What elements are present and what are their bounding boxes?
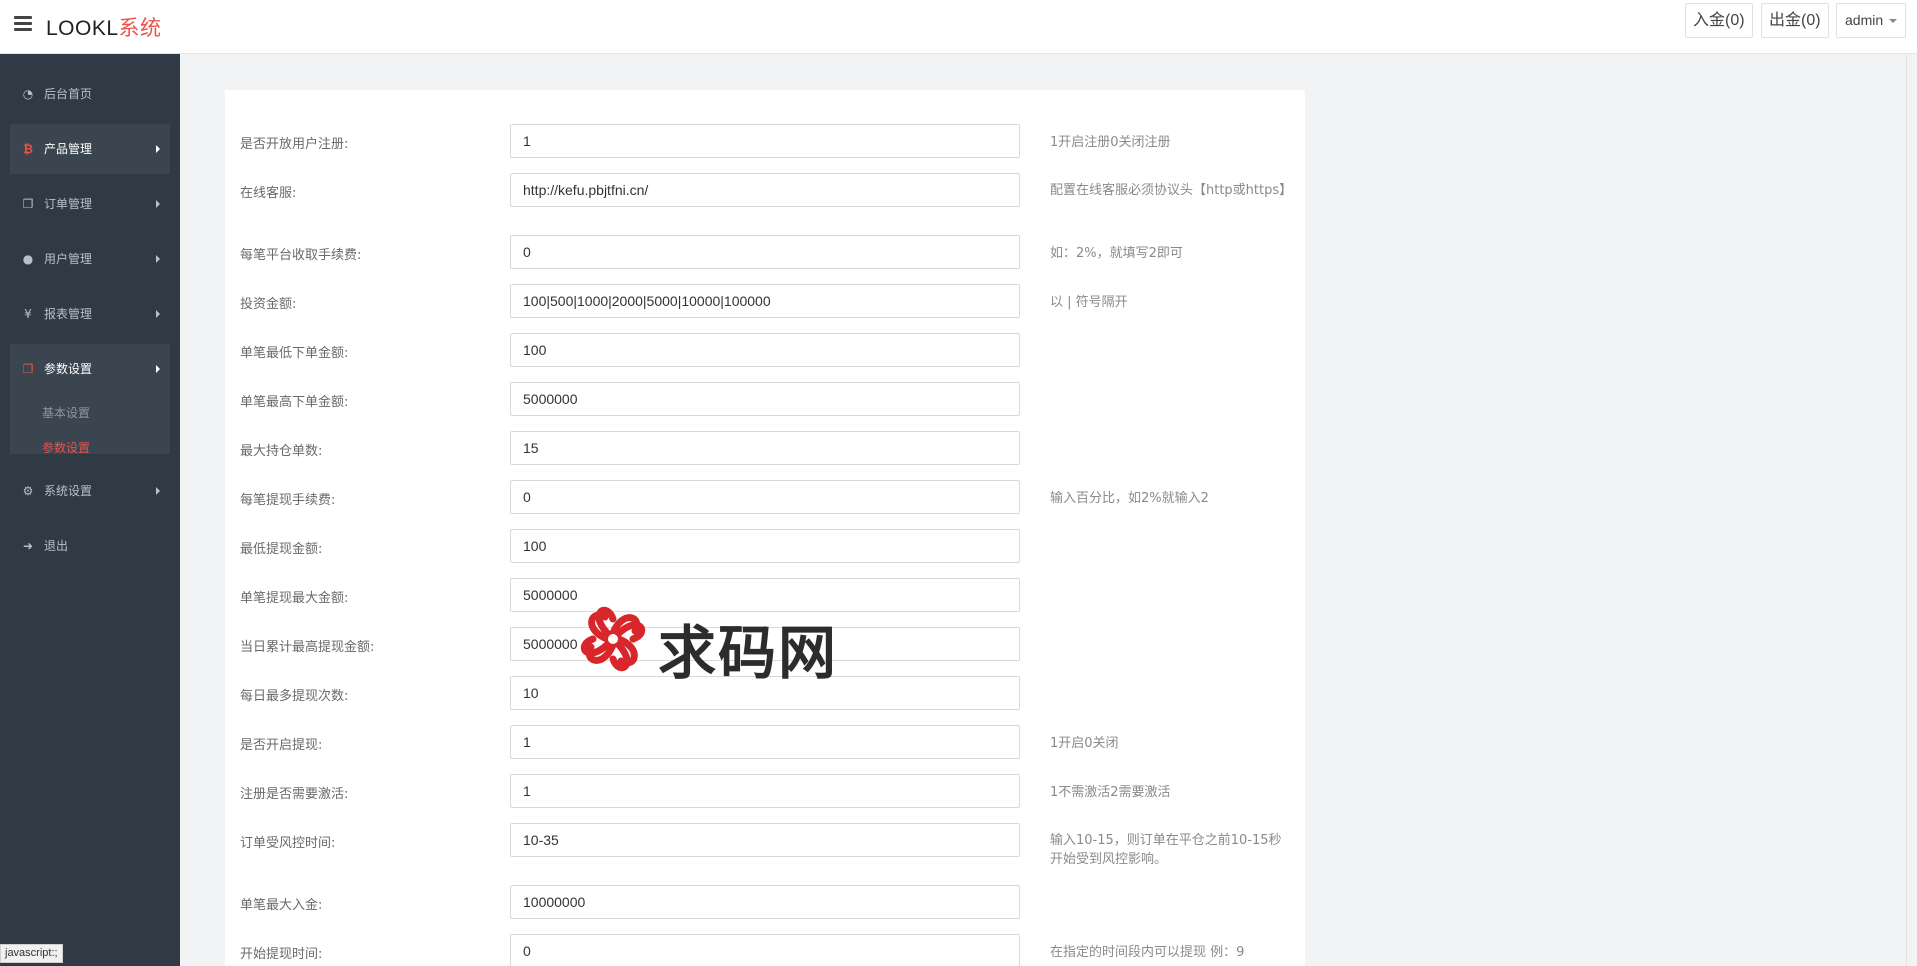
bitcoin-icon: ₿: [23, 142, 33, 156]
chevron-right-icon: [156, 200, 160, 208]
field-hint: 1开启注册0关闭注册: [1050, 135, 1171, 150]
status-bar-url: javascript:;: [0, 944, 63, 963]
field-label: 是否开放用户注册:: [240, 137, 349, 152]
min-order-amount-input[interactable]: [510, 333, 1020, 367]
sidebar-item-reports[interactable]: ¥ 报表管理: [10, 289, 170, 339]
field-hint: 输入10-15，则订单在平仓之前10-15秒开始受到风控影响。: [1050, 833, 1282, 867]
sidebar-item-system-settings[interactable]: ⚙ 系统设置: [10, 466, 170, 516]
sidebar-item-orders[interactable]: ❐ 订单管理: [10, 179, 170, 229]
files-icon: ❐: [22, 362, 34, 376]
field-hint: 配置在线客服必须协议头【http或https】: [1050, 183, 1293, 198]
field-label: 最大持仓单数:: [240, 444, 323, 459]
field-label: 单笔提现最大金额:: [240, 591, 349, 606]
max-positions-input[interactable]: [510, 431, 1020, 465]
sidebar-item-dashboard[interactable]: ◔ 后台首页: [10, 69, 170, 119]
hamburger-menu-icon[interactable]: [14, 16, 32, 32]
register-activation-input[interactable]: [510, 774, 1020, 808]
watermark-text: 求码网: [658, 619, 839, 687]
withdraw-fee-input[interactable]: [510, 480, 1020, 514]
watermark-flower-icon: [580, 606, 646, 672]
admin-label: admin: [1845, 12, 1884, 28]
gears-icon: ⚙: [22, 484, 34, 498]
sidebar-item-label: 后台首页: [44, 87, 93, 101]
register-open-input[interactable]: [510, 124, 1020, 158]
field-label: 每日最多提现次数:: [240, 689, 349, 704]
sidebar: ◔ 后台首页 ₿ 产品管理 ❐ 订单管理 ● 用户管理 ¥ 报表管理 ❐ 参数设置 基本设置…: [0, 54, 180, 966]
page-scrollbar[interactable]: [1906, 54, 1917, 966]
field-label: 每笔平台收取手续费:: [240, 248, 362, 263]
withdraw-start-time-input[interactable]: [510, 934, 1020, 966]
field-label: 注册是否需要激活:: [240, 787, 349, 802]
field-hint: 1开启0关闭: [1050, 736, 1119, 751]
chevron-right-icon: [156, 255, 160, 263]
sidebar-item-label: 用户管理: [44, 252, 93, 266]
copy-icon: ❐: [22, 197, 34, 211]
field-hint: 输入百分比，如2%就输入2: [1050, 491, 1209, 506]
field-hint: 1不需激活2需要激活: [1050, 785, 1171, 800]
parameters-submenu: 基本设置 参数设置: [10, 394, 170, 456]
field-label: 投资金额:: [240, 297, 297, 312]
withdraw-button[interactable]: 出金(0): [1761, 3, 1829, 38]
chevron-right-icon: [156, 310, 160, 318]
top-navbar: LOOKL系统 入金(0) 出金(0) admin: [0, 0, 1917, 54]
sidebar-item-label: 系统设置: [44, 484, 93, 498]
risk-control-time-input[interactable]: [510, 823, 1020, 857]
field-label: 单笔最低下单金额:: [240, 346, 349, 361]
field-hint: 如：2%，就填写2即可: [1050, 246, 1183, 261]
investment-amounts-input[interactable]: [510, 284, 1020, 318]
submenu-item-parameter-settings[interactable]: 参数设置: [42, 439, 90, 456]
dashboard-icon: ◔: [22, 87, 34, 101]
user-icon: ●: [22, 252, 34, 266]
chevron-right-icon: [156, 365, 160, 373]
brand-accent: 系统: [118, 17, 162, 40]
sidebar-item-label: 产品管理: [44, 142, 93, 156]
admin-dropdown[interactable]: admin: [1836, 3, 1907, 38]
brand-main: LOOKL: [46, 17, 119, 40]
field-hint: 在指定的时间段内可以提现 例：9: [1050, 945, 1245, 960]
sign-out-icon: ➜: [22, 539, 34, 553]
field-label: 每笔提现手续费:: [240, 493, 336, 508]
field-label: 是否开启提现:: [240, 738, 323, 753]
field-hint: 以 | 符号隔开: [1050, 295, 1128, 310]
field-label: 开始提现时间:: [240, 947, 323, 962]
sidebar-item-logout[interactable]: ➜ 退出: [10, 521, 170, 571]
deposit-button[interactable]: 入金(0): [1685, 3, 1753, 38]
submenu-item-basic-settings[interactable]: 基本设置: [42, 404, 90, 421]
max-single-deposit-input[interactable]: [510, 885, 1020, 919]
caret-down-icon: [1889, 19, 1898, 24]
online-service-input[interactable]: [510, 173, 1020, 207]
field-label: 当日累计最高提现金额:: [240, 640, 375, 655]
brand-logo[interactable]: LOOKL系统: [46, 12, 162, 42]
chevron-right-icon: [156, 487, 160, 495]
min-withdraw-input[interactable]: [510, 529, 1020, 563]
sidebar-item-label: 报表管理: [44, 307, 93, 321]
sidebar-item-label: 订单管理: [44, 197, 93, 211]
field-label: 在线客服:: [240, 186, 297, 201]
sidebar-item-parameters[interactable]: ❐ 参数设置: [10, 344, 170, 394]
sidebar-item-label: 参数设置: [44, 362, 93, 376]
max-order-amount-input[interactable]: [510, 382, 1020, 416]
platform-fee-input[interactable]: [510, 235, 1020, 269]
withdraw-enabled-input[interactable]: [510, 725, 1020, 759]
yen-icon: ¥: [24, 307, 32, 321]
field-label: 订单受风控时间:: [240, 836, 336, 851]
field-label: 单笔最大入金:: [240, 898, 323, 913]
chevron-right-icon: [156, 145, 160, 153]
field-label: 最低提现金额:: [240, 542, 323, 557]
sidebar-item-users[interactable]: ● 用户管理: [10, 234, 170, 284]
watermark: 求码网: [570, 596, 840, 687]
field-label: 单笔最高下单金额:: [240, 395, 349, 410]
sidebar-item-products[interactable]: ₿ 产品管理: [10, 124, 170, 174]
sidebar-item-label: 退出: [44, 539, 69, 553]
